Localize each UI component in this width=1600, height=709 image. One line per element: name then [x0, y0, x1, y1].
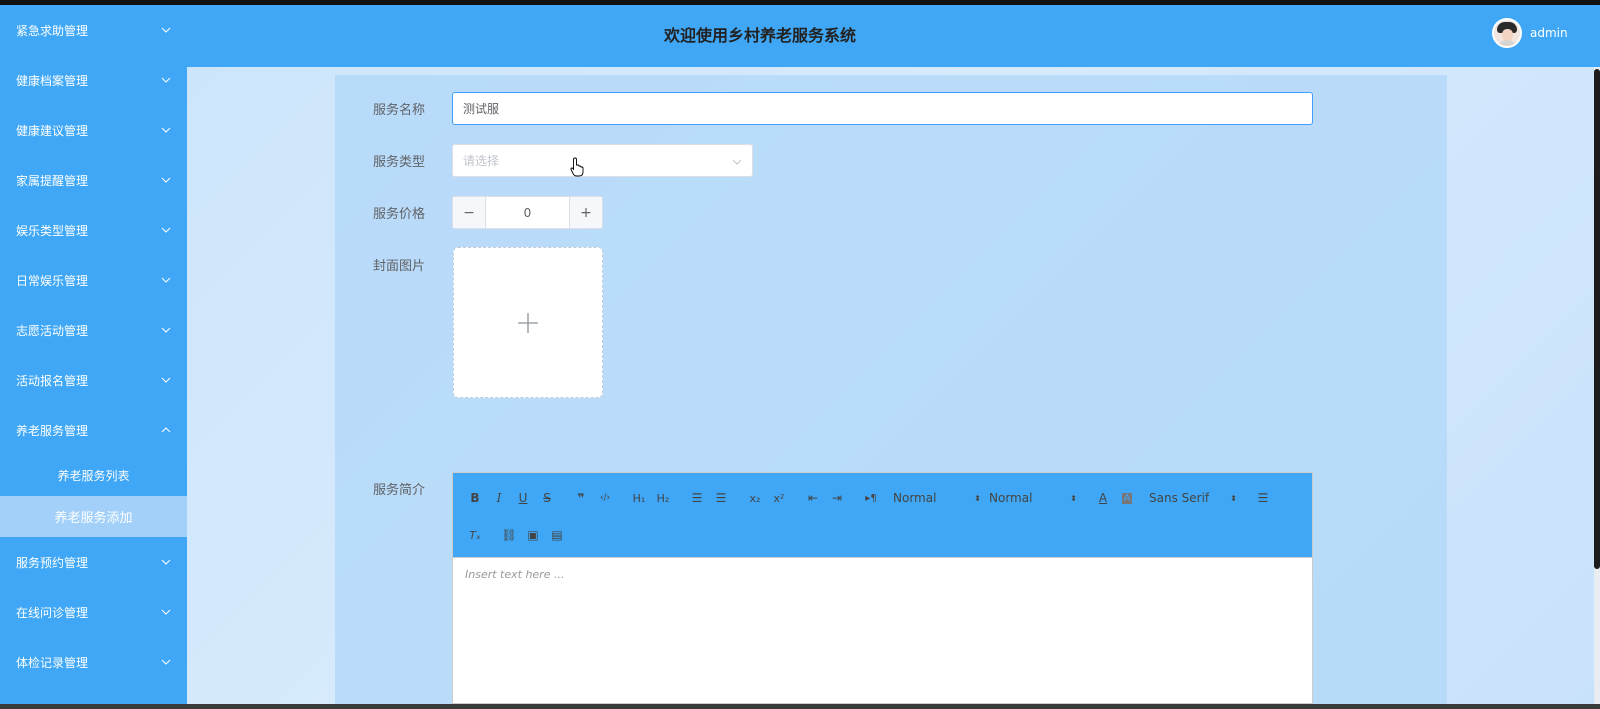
- chevron-down-icon: [161, 225, 171, 235]
- sidebar-item-volunteer-activities[interactable]: 志愿活动管理: [0, 305, 187, 355]
- link-icon[interactable]: ⛓: [497, 523, 521, 547]
- size-select[interactable]: Normal ⬍: [989, 486, 1081, 510]
- service-name-input[interactable]: 测试服: [452, 92, 1313, 125]
- image-icon[interactable]: ▣: [521, 523, 545, 547]
- heading1-icon[interactable]: H₁: [627, 486, 651, 510]
- chevron-down-icon: [161, 75, 171, 85]
- indent-icon[interactable]: ⇥: [825, 486, 849, 510]
- sidebar-item-health-records[interactable]: 健康档案管理: [0, 55, 187, 105]
- ordered-list-icon[interactable]: ☰: [685, 486, 709, 510]
- heading2-icon[interactable]: H₂: [651, 486, 675, 510]
- price-value[interactable]: 0: [486, 197, 569, 228]
- header-select[interactable]: Normal ⬍: [893, 486, 985, 510]
- align-icon[interactable]: ☰: [1251, 486, 1275, 510]
- header: 欢迎使用乡村养老服务系统 admin: [187, 5, 1600, 67]
- editor-content[interactable]: Insert text here ...: [452, 558, 1313, 704]
- sidebar-item-daily-entertainment[interactable]: 日常娱乐管理: [0, 255, 187, 305]
- bullet-list-icon[interactable]: ☰: [709, 486, 733, 510]
- toolbar-row-1: B I U S ❞ ‹/› H₁ H₂ ☰ ☰ x₂ x² ⇤ ⇥ ▸¶ Nor…: [463, 486, 1275, 510]
- avatar[interactable]: [1492, 18, 1522, 48]
- video-icon[interactable]: ▤: [545, 523, 569, 547]
- submenu-item-service-list[interactable]: 养老服务列表: [0, 455, 187, 496]
- select-arrows-icon: ⬍: [1070, 493, 1077, 503]
- service-type-select[interactable]: 请选择: [452, 144, 753, 177]
- service-price-label: 服务价格: [373, 206, 426, 222]
- text-direction-icon[interactable]: ▸¶: [859, 486, 883, 510]
- subscript-icon[interactable]: x₂: [743, 486, 767, 510]
- strikethrough-icon[interactable]: S: [535, 486, 559, 510]
- sidebar-item-elderly-services[interactable]: 养老服务管理: [0, 405, 187, 455]
- clear-format-icon[interactable]: Tₓ: [463, 523, 487, 547]
- cover-image-label: 封面图片: [373, 258, 426, 274]
- plus-icon: [518, 312, 538, 333]
- blockquote-icon[interactable]: ❞: [569, 486, 593, 510]
- chevron-down-icon: [161, 275, 171, 285]
- sidebar-item-health-advice[interactable]: 健康建议管理: [0, 105, 187, 155]
- username: admin: [1530, 26, 1568, 40]
- hand-cursor-icon: [570, 157, 584, 177]
- font-select[interactable]: Sans Serif ⬍: [1149, 486, 1241, 510]
- service-name-label: 服务名称: [373, 102, 426, 118]
- chevron-down-icon: [732, 154, 742, 168]
- price-stepper[interactable]: − 0 +: [452, 196, 603, 229]
- scrollbar-thumb[interactable]: [1594, 69, 1600, 569]
- service-intro-label: 服务简介: [373, 482, 426, 498]
- select-arrows-icon: ⬍: [1230, 493, 1237, 503]
- submenu-item-service-add[interactable]: 养老服务添加: [0, 496, 187, 537]
- chevron-down-icon: [161, 125, 171, 135]
- editor-toolbar: B I U S ❞ ‹/› H₁ H₂ ☰ ☰ x₂ x² ⇤ ⇥ ▸¶ Nor…: [452, 472, 1313, 558]
- service-type-label: 服务类型: [373, 154, 426, 170]
- chevron-down-icon: [161, 325, 171, 335]
- underline-icon[interactable]: U: [511, 486, 535, 510]
- user-menu[interactable]: admin: [1492, 16, 1568, 50]
- window-bottom-strip: [0, 704, 1600, 709]
- sidebar-item-checkup-records[interactable]: 体检记录管理: [0, 637, 187, 687]
- sidebar-item-activity-signup[interactable]: 活动报名管理: [0, 355, 187, 405]
- scrollbar[interactable]: [1594, 67, 1600, 704]
- chevron-up-icon: [161, 425, 171, 435]
- sidebar-item-family-reminders[interactable]: 家属提醒管理: [0, 155, 187, 205]
- sidebar-item-online-consult[interactable]: 在线问诊管理: [0, 587, 187, 637]
- chevron-down-icon: [161, 175, 171, 185]
- chevron-down-icon: [161, 25, 171, 35]
- sidebar: 紧急求助管理 健康档案管理 健康建议管理 家属提醒管理 娱乐类型管理 日常娱乐管…: [0, 5, 187, 704]
- sidebar-item-entertainment-types[interactable]: 娱乐类型管理: [0, 205, 187, 255]
- sidebar-item-emergency[interactable]: 紧急求助管理: [0, 5, 187, 55]
- background-color-icon[interactable]: A: [1115, 486, 1139, 510]
- chevron-down-icon: [161, 375, 171, 385]
- chevron-down-icon: [161, 607, 171, 617]
- chevron-down-icon: [161, 657, 171, 667]
- sidebar-item-service-booking[interactable]: 服务预约管理: [0, 537, 187, 587]
- italic-icon[interactable]: I: [487, 486, 511, 510]
- superscript-icon[interactable]: x²: [767, 486, 791, 510]
- text-color-icon[interactable]: A: [1091, 486, 1115, 510]
- cover-image-uploader[interactable]: [453, 247, 603, 398]
- select-arrows-icon: ⬍: [974, 493, 981, 503]
- bold-icon[interactable]: B: [463, 486, 487, 510]
- chevron-down-icon: [161, 557, 171, 567]
- decrement-button[interactable]: −: [453, 197, 486, 228]
- outdent-icon[interactable]: ⇤: [801, 486, 825, 510]
- toolbar-row-2: Tₓ ⛓ ▣ ▤: [463, 523, 569, 547]
- page-title: 欢迎使用乡村养老服务系统: [663, 25, 856, 45]
- code-block-icon[interactable]: ‹/›: [593, 486, 617, 510]
- increment-button[interactable]: +: [569, 197, 602, 228]
